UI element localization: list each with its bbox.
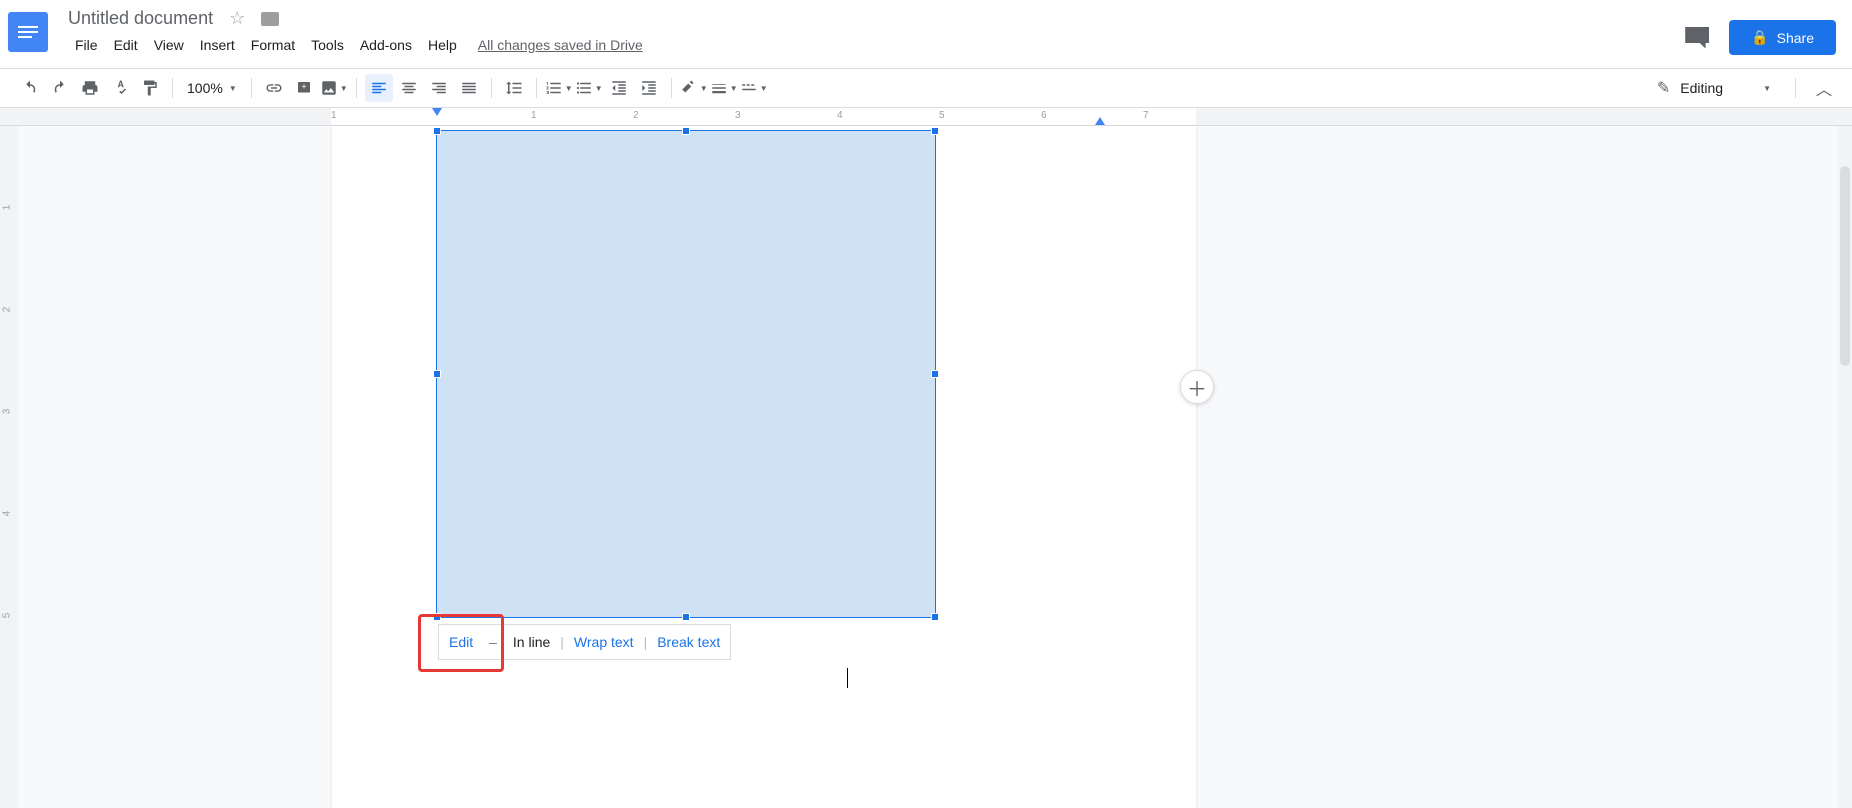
menu-help[interactable]: Help [421, 33, 464, 57]
ruler-tick: 1 [531, 110, 537, 121]
decrease-indent-button[interactable] [605, 74, 633, 102]
break-text-option[interactable]: Break text [647, 634, 730, 650]
zoom-selector[interactable]: 100% ▼ [181, 80, 243, 96]
resize-handle-mr[interactable] [931, 370, 939, 378]
undo-button[interactable] [16, 74, 44, 102]
resize-handle-tl[interactable] [433, 127, 441, 135]
hide-menus-button[interactable]: ︿ [1812, 72, 1836, 104]
move-folder-icon[interactable] [261, 12, 279, 26]
menu-format[interactable]: Format [244, 33, 302, 57]
ruler-tick: 5 [1, 613, 12, 619]
numbered-list-button[interactable]: ▼ [545, 74, 573, 102]
svg-text:+: + [301, 82, 306, 92]
print-button[interactable] [76, 74, 104, 102]
increase-indent-button[interactable] [635, 74, 663, 102]
menu-view[interactable]: View [147, 33, 191, 57]
ruler-tick: 2 [633, 110, 639, 121]
chevron-down-icon: ▼ [1763, 84, 1771, 93]
align-right-button[interactable] [425, 74, 453, 102]
save-status[interactable]: All changes saved in Drive [478, 37, 643, 53]
selected-drawing[interactable] [436, 130, 936, 618]
line-spacing-button[interactable] [500, 74, 528, 102]
ruler-tick: 3 [735, 110, 741, 121]
image-context-toolbar: Edit – In line | Wrap text | Break text [438, 624, 731, 660]
link-button[interactable] [260, 74, 288, 102]
align-justify-button[interactable] [455, 74, 483, 102]
docs-logo[interactable] [8, 12, 48, 52]
ruler-tick: 1 [331, 110, 337, 121]
menu-insert[interactable]: Insert [193, 33, 242, 57]
separator: – [483, 634, 503, 650]
ruler-tick: 4 [1, 511, 12, 517]
resize-handle-bl[interactable] [433, 613, 441, 621]
ruler-tick: 4 [837, 110, 843, 121]
vertical-scrollbar[interactable] [1838, 126, 1852, 808]
redo-button[interactable] [46, 74, 74, 102]
share-button[interactable]: 🔒 Share [1729, 20, 1836, 55]
horizontal-ruler[interactable]: 1 1 2 3 4 5 6 7 [0, 108, 1852, 126]
resize-handle-br[interactable] [931, 613, 939, 621]
edit-drawing-button[interactable]: Edit [439, 634, 483, 650]
bulleted-list-button[interactable]: ▼ [575, 74, 603, 102]
chevron-down-icon: ▼ [229, 84, 237, 93]
star-icon[interactable]: ☆ [229, 8, 245, 29]
zoom-value: 100% [187, 80, 223, 96]
resize-handle-bm[interactable] [682, 613, 690, 621]
comments-icon[interactable] [1685, 27, 1709, 49]
text-cursor [847, 668, 848, 688]
indent-marker-left[interactable] [432, 108, 442, 116]
scrollbar-thumb[interactable] [1840, 166, 1850, 366]
comment-button[interactable]: + [290, 74, 318, 102]
menu-addons[interactable]: Add-ons [353, 33, 419, 57]
menu-edit[interactable]: Edit [107, 33, 145, 57]
resize-handle-tm[interactable] [682, 127, 690, 135]
editing-mode-button[interactable]: ✎ Editing ▼ [1649, 74, 1779, 102]
editing-label: Editing [1680, 80, 1723, 96]
add-comment-bubble[interactable]: ＋ [1180, 370, 1214, 404]
inline-option[interactable]: In line [503, 634, 560, 650]
pencil-icon: ✎ [1657, 78, 1670, 98]
align-left-button[interactable] [365, 74, 393, 102]
menu-file[interactable]: File [68, 33, 105, 57]
ruler-tick: 7 [1143, 110, 1149, 121]
vertical-ruler[interactable]: 1 2 3 4 5 [0, 126, 18, 808]
indent-marker-right[interactable] [1095, 117, 1105, 125]
menu-tools[interactable]: Tools [304, 33, 351, 57]
ruler-tick: 3 [1, 409, 12, 415]
toolbar: 100% ▼ + ▼ ▼ ▼ ▼ ▼ ▼ ✎ Editing ▼ ︿ [0, 68, 1852, 108]
ruler-tick: 1 [1, 205, 12, 211]
wrap-text-option[interactable]: Wrap text [564, 634, 644, 650]
ruler-tick: 6 [1041, 110, 1047, 121]
resize-handle-ml[interactable] [433, 370, 441, 378]
border-weight-button[interactable]: ▼ [710, 74, 738, 102]
image-button[interactable]: ▼ [320, 74, 348, 102]
ruler-tick: 2 [1, 307, 12, 313]
document-title[interactable]: Untitled document [68, 8, 213, 29]
ruler-tick: 5 [939, 110, 945, 121]
share-label: Share [1777, 30, 1814, 46]
resize-handle-tr[interactable] [931, 127, 939, 135]
clear-formatting-button[interactable]: ▼ [680, 74, 708, 102]
lock-icon: 🔒 [1751, 29, 1768, 46]
paint-format-button[interactable] [136, 74, 164, 102]
menu-bar: File Edit View Insert Format Tools Add-o… [68, 33, 1685, 57]
align-center-button[interactable] [395, 74, 423, 102]
border-dash-button[interactable]: ▼ [740, 74, 768, 102]
spellcheck-button[interactable] [106, 74, 134, 102]
